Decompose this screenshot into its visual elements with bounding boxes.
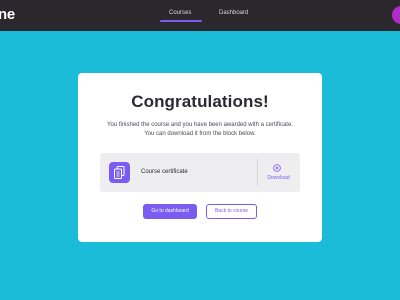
download-link[interactable]: Download	[258, 175, 299, 181]
tab-courses[interactable]: Courses	[169, 10, 191, 16]
user-avatar[interactable]	[392, 6, 400, 24]
certificate-divider	[257, 159, 258, 186]
active-tab-indicator	[160, 20, 202, 22]
description-line-2: You can download it from the block below…	[144, 131, 256, 137]
description-line-1: You finished the course and you have bee…	[107, 122, 293, 128]
app-logo[interactable]: ne	[0, 6, 15, 23]
page-title: Congratulations!	[131, 92, 269, 111]
certificate-block: Course certificate Download	[100, 153, 300, 192]
tab-dashboard[interactable]: Dashboard	[219, 10, 248, 16]
top-nav-bar: ne Courses Dashboard	[0, 0, 400, 31]
back-to-course-button[interactable]: Back to course	[206, 204, 257, 219]
certificate-document-icon	[109, 162, 130, 183]
certificate-label: Course certificate	[141, 169, 188, 175]
congratulations-card: Congratulations! You finished the course…	[78, 73, 322, 242]
go-to-dashboard-button[interactable]: Go to dashboard	[143, 204, 197, 219]
download-plus-icon[interactable]	[273, 164, 281, 172]
